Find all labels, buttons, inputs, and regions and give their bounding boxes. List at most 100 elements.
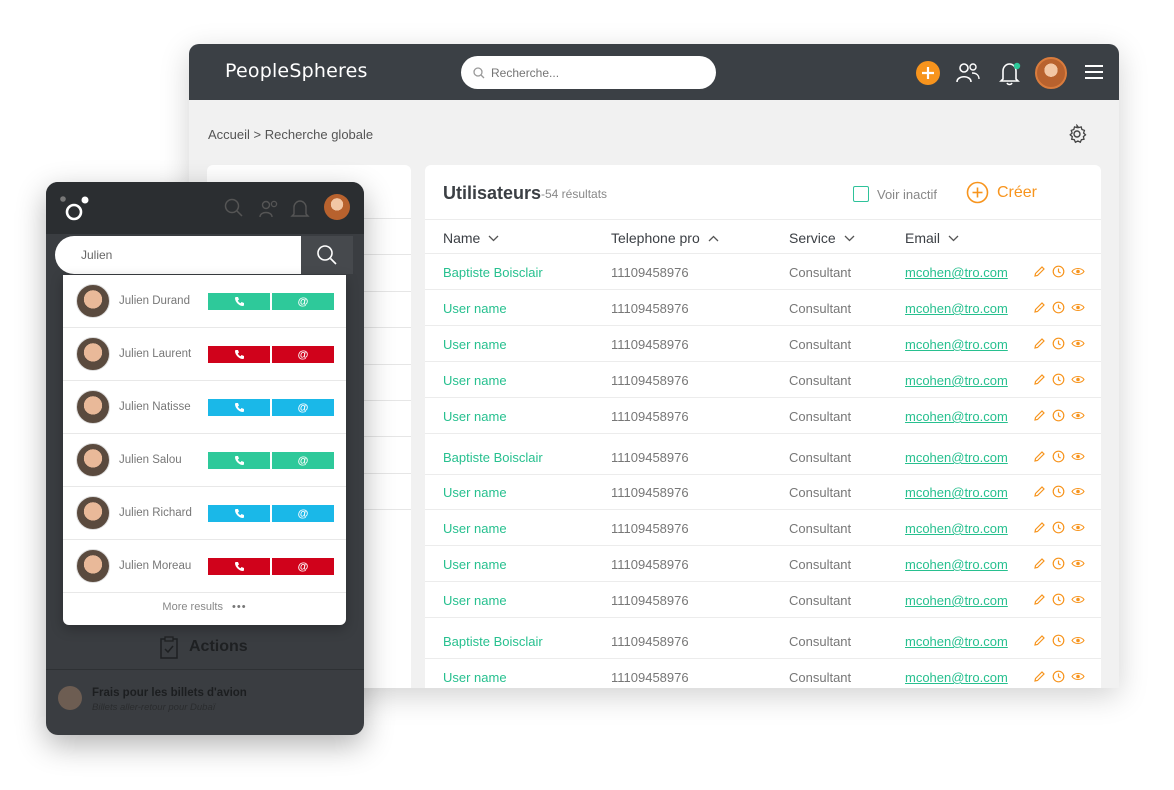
user-name-link[interactable]: User name (443, 373, 507, 388)
email-link[interactable]: mcohen@tro.com (905, 557, 1008, 572)
users-icon[interactable] (258, 198, 280, 220)
call-button[interactable] (208, 558, 270, 575)
column-service[interactable]: Service (789, 230, 855, 246)
menu-icon[interactable] (1085, 65, 1103, 83)
app-logo-icon[interactable] (58, 194, 90, 224)
user-name-link[interactable]: User name (443, 521, 507, 536)
create-button[interactable]: Créer (966, 181, 1037, 204)
eye-icon[interactable] (1071, 409, 1085, 422)
call-button[interactable] (208, 505, 270, 522)
list-item[interactable]: Julien Natisse @ (63, 381, 346, 434)
eye-icon[interactable] (1071, 670, 1085, 683)
add-button[interactable] (916, 61, 940, 85)
user-name-link[interactable]: Baptiste Boisclair (443, 634, 543, 649)
eye-icon[interactable] (1071, 485, 1085, 498)
eye-icon[interactable] (1071, 265, 1085, 278)
checkbox[interactable] (853, 186, 869, 202)
mobile-search[interactable] (55, 236, 301, 274)
list-item[interactable]: Julien Moreau @ (63, 540, 346, 593)
clock-icon[interactable] (1052, 409, 1065, 422)
email-link[interactable]: mcohen@tro.com (905, 634, 1008, 649)
user-name-link[interactable]: Baptiste Boisclair (443, 265, 543, 280)
email-link[interactable]: mcohen@tro.com (905, 521, 1008, 536)
table-row[interactable]: User name 11109458976 Consultant mcohen@tro… (425, 474, 1101, 510)
global-search[interactable] (461, 56, 716, 89)
clock-icon[interactable] (1052, 265, 1065, 278)
call-button[interactable] (208, 346, 270, 363)
eye-icon[interactable] (1071, 557, 1085, 570)
breadcrumb[interactable]: Accueil > Recherche globale (208, 127, 373, 142)
pencil-icon[interactable] (1033, 670, 1046, 683)
eye-icon[interactable] (1071, 521, 1085, 534)
list-item[interactable]: Julien Durand @ (63, 275, 346, 328)
eye-icon[interactable] (1071, 634, 1085, 647)
email-link[interactable]: mcohen@tro.com (905, 265, 1008, 280)
table-row[interactable]: User name 11109458976 Consultant mcohen@tro… (425, 326, 1101, 362)
email-button[interactable]: @ (272, 452, 334, 469)
user-avatar[interactable] (1035, 57, 1067, 89)
users-icon[interactable] (955, 60, 981, 86)
email-button[interactable]: @ (272, 558, 334, 575)
email-button[interactable]: @ (272, 346, 334, 363)
call-button[interactable] (208, 399, 270, 416)
more-results-link[interactable]: More results ••• (63, 601, 346, 613)
search-input[interactable] (81, 248, 281, 262)
bell-icon[interactable] (997, 60, 1023, 86)
table-row[interactable]: User name 11109458976 Consultant mcohen@tro… (425, 510, 1101, 546)
table-row[interactable]: User name 11109458976 Consultant mcohen@tro… (425, 659, 1101, 688)
user-name-link[interactable]: Baptiste Boisclair (443, 450, 543, 465)
bell-icon[interactable] (290, 198, 310, 220)
table-row[interactable]: User name 11109458976 Consultant mcohen@tro… (425, 398, 1101, 434)
pencil-icon[interactable] (1033, 634, 1046, 647)
table-row[interactable]: User name 11109458976 Consultant mcohen@tro… (425, 362, 1101, 398)
pencil-icon[interactable] (1033, 521, 1046, 534)
eye-icon[interactable] (1071, 593, 1085, 606)
clock-icon[interactable] (1052, 301, 1065, 314)
user-name-link[interactable]: User name (443, 409, 507, 424)
list-item[interactable]: Julien Laurent @ (63, 328, 346, 381)
user-name-link[interactable]: User name (443, 485, 507, 500)
call-button[interactable] (208, 293, 270, 310)
gear-icon[interactable] (1067, 124, 1087, 144)
pencil-icon[interactable] (1033, 450, 1046, 463)
pencil-icon[interactable] (1033, 409, 1046, 422)
email-button[interactable]: @ (272, 505, 334, 522)
email-button[interactable]: @ (272, 293, 334, 310)
email-link[interactable]: mcohen@tro.com (905, 373, 1008, 388)
list-item[interactable]: Julien Salou @ (63, 434, 346, 487)
email-link[interactable]: mcohen@tro.com (905, 593, 1008, 608)
pencil-icon[interactable] (1033, 265, 1046, 278)
column-telephone[interactable]: Telephone pro (611, 230, 719, 246)
column-email[interactable]: Email (905, 230, 959, 246)
table-row[interactable]: Baptiste Boisclair 11109458976 Consultant m… (425, 439, 1101, 475)
pencil-icon[interactable] (1033, 373, 1046, 386)
clock-icon[interactable] (1052, 485, 1065, 498)
clock-icon[interactable] (1052, 450, 1065, 463)
clock-icon[interactable] (1052, 670, 1065, 683)
pencil-icon[interactable] (1033, 557, 1046, 570)
table-row[interactable]: Baptiste Boisclair 11109458976 Consultant m… (425, 254, 1101, 290)
email-link[interactable]: mcohen@tro.com (905, 409, 1008, 424)
table-row[interactable]: User name 11109458976 Consultant mcohen@tro… (425, 546, 1101, 582)
clock-icon[interactable] (1052, 557, 1065, 570)
eye-icon[interactable] (1071, 301, 1085, 314)
pencil-icon[interactable] (1033, 485, 1046, 498)
email-link[interactable]: mcohen@tro.com (905, 450, 1008, 465)
table-row[interactable]: User name 11109458976 Consultant mcohen@tro… (425, 582, 1101, 618)
search-button[interactable] (301, 236, 353, 274)
email-link[interactable]: mcohen@tro.com (905, 301, 1008, 316)
email-link[interactable]: mcohen@tro.com (905, 485, 1008, 500)
email-button[interactable]: @ (272, 399, 334, 416)
email-link[interactable]: mcohen@tro.com (905, 337, 1008, 352)
user-name-link[interactable]: User name (443, 593, 507, 608)
voir-inactif-toggle[interactable]: Voir inactif (853, 186, 937, 202)
clock-icon[interactable] (1052, 373, 1065, 386)
user-name-link[interactable]: User name (443, 670, 507, 685)
search-input[interactable] (491, 65, 691, 80)
user-avatar[interactable] (324, 194, 350, 220)
email-link[interactable]: mcohen@tro.com (905, 670, 1008, 685)
user-name-link[interactable]: User name (443, 337, 507, 352)
eye-icon[interactable] (1071, 373, 1085, 386)
clock-icon[interactable] (1052, 337, 1065, 350)
table-row[interactable]: Baptiste Boisclair 11109458976 Consultant m… (425, 623, 1101, 659)
